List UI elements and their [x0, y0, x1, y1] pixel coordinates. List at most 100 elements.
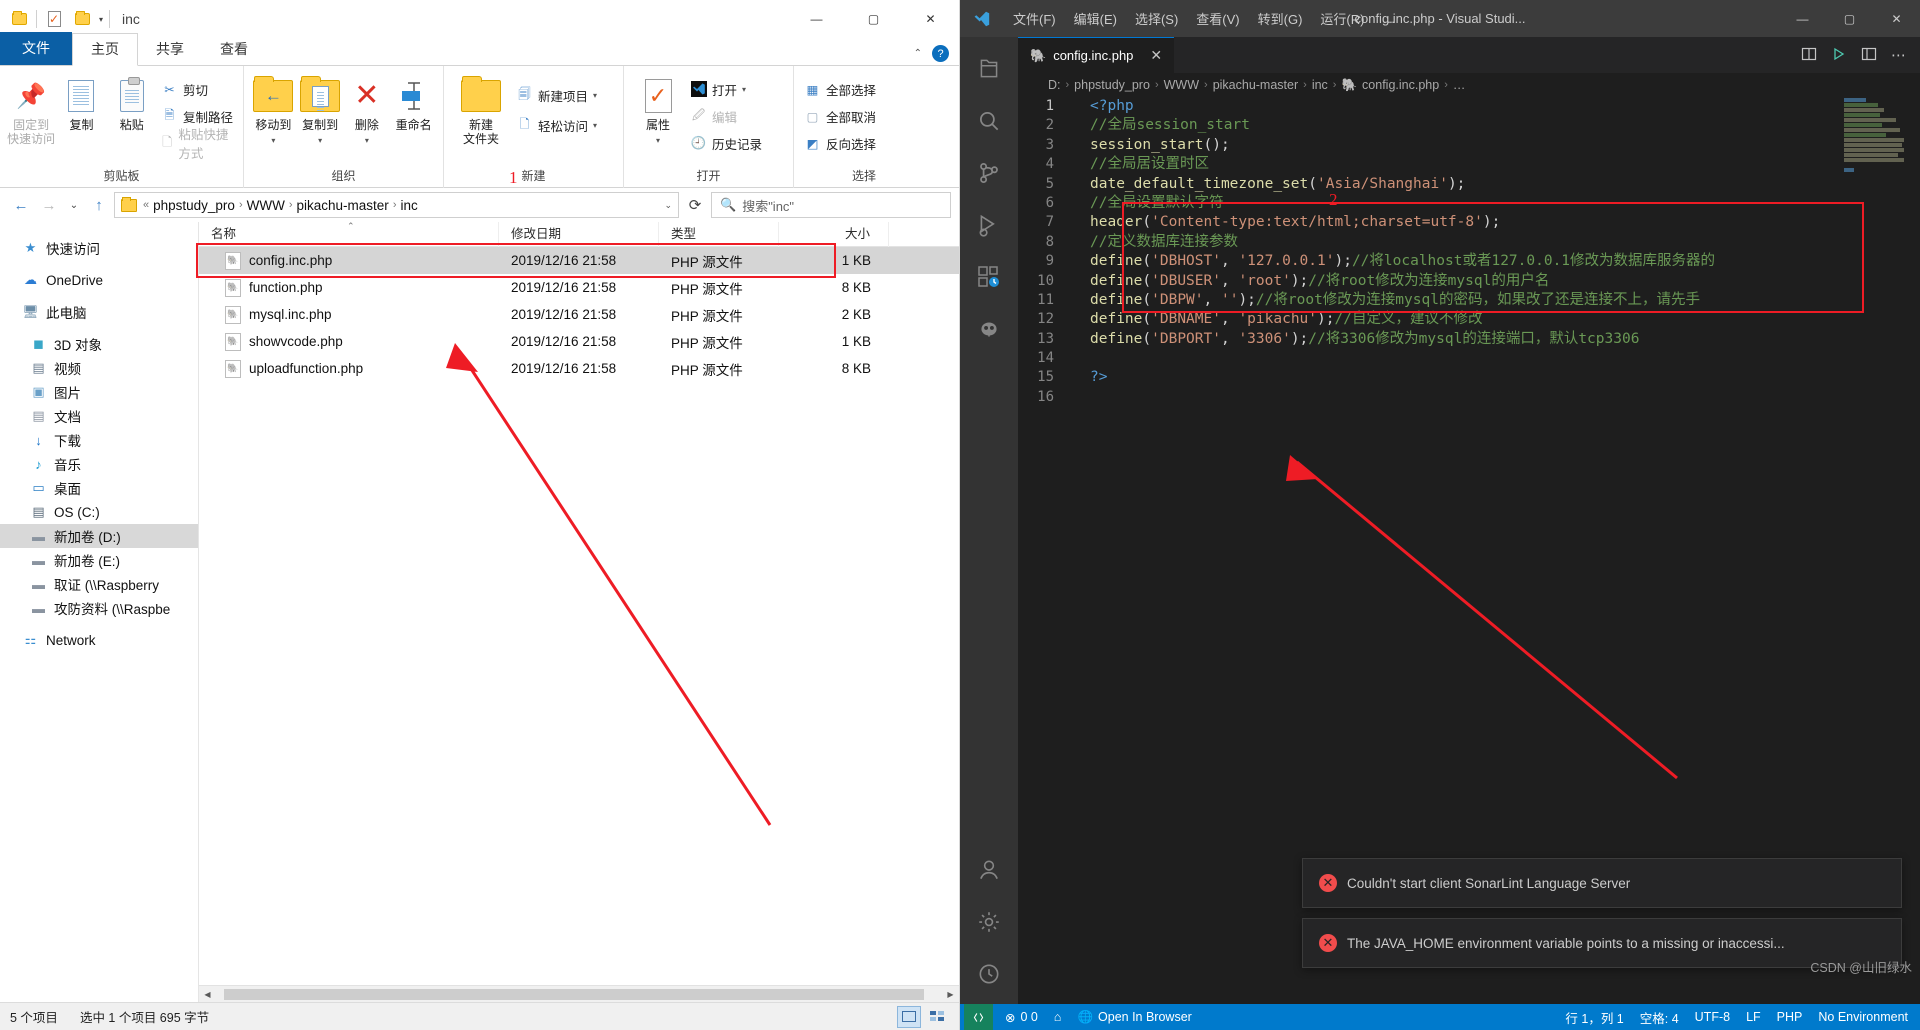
table-row[interactable]: 🐘 mysql.inc.php 2019/12/16 21:58 PHP 源文件 2 K…	[199, 301, 959, 328]
open-caret-icon[interactable]: ▾	[742, 85, 746, 94]
scroll-left-icon[interactable]: ◀	[199, 990, 216, 999]
details-view-icon[interactable]	[897, 1005, 921, 1028]
code-line-7[interactable]: 7 header('Content-type:text/html;charset=…	[1018, 213, 1920, 232]
breadcrumb-item-5[interactable]: config.inc.php	[1362, 78, 1439, 92]
column-header-size[interactable]: 大小	[779, 222, 889, 247]
new-folder-button[interactable]: 新建 文件夹	[450, 70, 512, 147]
breadcrumb-separator-2[interactable]: ›	[289, 199, 293, 211]
code-line-14[interactable]: 14	[1018, 349, 1920, 368]
notification-sonarlint[interactable]: ✕ Couldn't start client SonarLint Langua…	[1302, 858, 1902, 908]
close-button[interactable]: ✕	[1873, 0, 1920, 37]
paste-shortcut-button[interactable]: 🗋 粘贴快捷方式	[157, 128, 237, 161]
edit-button[interactable]: 🖉 编辑	[686, 105, 766, 127]
file-rows[interactable]: 🐘 config.inc.php 2019/12/16 21:58 PHP 源文件 1 …	[196, 243, 959, 985]
code-line-10[interactable]: 10 define('DBUSER', 'root');//将root修改为连接m…	[1018, 272, 1920, 291]
cursor-position[interactable]: 行 1，列 1	[1557, 1004, 1631, 1030]
explorer-icon[interactable]	[960, 43, 1018, 95]
language-mode[interactable]: PHP	[1769, 1004, 1811, 1030]
menu-item-5[interactable]: 运行(R)	[1311, 0, 1373, 37]
code-line-4[interactable]: 4 //全局居设置时区	[1018, 155, 1920, 174]
breadcrumb-item-0[interactable]: phpstudy_pro	[153, 198, 235, 213]
code-line-11[interactable]: 11 define('DBPW', '');//将root修改为连接mysql的密…	[1018, 291, 1920, 310]
breadcrumb-item-1[interactable]: phpstudy_pro	[1074, 78, 1150, 92]
tiles-view-icon[interactable]	[925, 1006, 949, 1028]
vscode-menu-bar[interactable]: 文件(F) 编辑(E) 选择(S) 查看(V) 转到(G) 运行(R)…	[1004, 0, 1404, 37]
horizontal-scrollbar[interactable]: ◀ ▶	[199, 985, 959, 1002]
breadcrumb-item-4[interactable]: inc	[1312, 78, 1328, 92]
nav-item-5[interactable]: ▣ 图片	[0, 380, 198, 404]
indentation[interactable]: 空格: 4	[1632, 1004, 1687, 1030]
tab-share[interactable]: 共享	[138, 34, 202, 65]
menu-item-6[interactable]: …	[1373, 0, 1404, 37]
close-button[interactable]: ✕	[902, 0, 959, 38]
cut-button[interactable]: ✂ 剪切	[157, 78, 237, 100]
properties-caret-icon[interactable]: ▾	[656, 136, 660, 145]
nav-item-9[interactable]: ▭ 桌面	[0, 476, 198, 500]
nav-item-6[interactable]: ▤ 文档	[0, 404, 198, 428]
copy-to-caret-icon[interactable]: ▾	[318, 136, 322, 145]
tab-home[interactable]: 主页	[72, 33, 138, 66]
move-to-caret-icon[interactable]: ▾	[271, 136, 275, 145]
copy-button[interactable]: 复制	[56, 70, 106, 133]
settings-gear-icon[interactable]	[960, 896, 1018, 948]
remote-indicator[interactable]	[964, 1004, 993, 1030]
code-line-9[interactable]: 9 define('DBHOST', '127.0.0.1');//将localh…	[1018, 252, 1920, 271]
code-line-3[interactable]: 3 session_start();	[1018, 136, 1920, 155]
menu-item-4[interactable]: 转到(G)	[1249, 0, 1312, 37]
sonarlint-icon[interactable]	[960, 303, 1018, 355]
table-row[interactable]: 🐘 config.inc.php 2019/12/16 21:58 PHP 源文件 1 …	[199, 247, 959, 274]
run-icon[interactable]	[1831, 46, 1847, 65]
properties-button[interactable]: ✓ 属性 ▾	[630, 70, 686, 145]
split-editor-icon[interactable]	[1801, 46, 1817, 65]
pin-to-quick-access-button[interactable]: 📌 固定到 快速访问	[6, 70, 56, 147]
table-row[interactable]: 🐘 function.php 2019/12/16 21:58 PHP 源文件 8 KB	[199, 274, 959, 301]
nav-item-7[interactable]: ↓ 下载	[0, 428, 198, 452]
code-line-13[interactable]: 13 define('DBPORT', '3306');//将3306修改为mys…	[1018, 330, 1920, 349]
paste-button[interactable]: 粘贴	[107, 70, 157, 133]
code-line-16[interactable]: 16	[1018, 388, 1920, 407]
breadcrumb-item-3[interactable]: inc	[400, 198, 417, 213]
code-line-6[interactable]: 6 //全局设置默认字符	[1018, 194, 1920, 213]
up-arrow-icon[interactable]: ↑	[86, 192, 112, 218]
new-item-button[interactable]: 🗐 新建项目 ▾	[512, 84, 601, 106]
customize-caret-icon[interactable]: ▾	[99, 15, 103, 24]
new-folder-icon[interactable]	[71, 8, 93, 30]
breadcrumb[interactable]: « phpstudy_pro › WWW › pikachu-master › …	[114, 192, 679, 218]
open-in-browser-button[interactable]: 🌐 Open In Browser	[1069, 1004, 1199, 1030]
select-all-button[interactable]: ▦ 全部选择	[800, 78, 880, 100]
back-arrow-icon[interactable]: ←	[8, 192, 34, 218]
close-icon[interactable]: ✕	[1150, 47, 1162, 64]
more-actions-icon[interactable]: ⋯	[1891, 46, 1906, 64]
breadcrumb-item-2[interactable]: WWW	[1164, 78, 1199, 92]
nav-item-1[interactable]: ☁ OneDrive	[0, 268, 198, 292]
nav-item-0[interactable]: ★ 快速访问	[0, 236, 198, 260]
nav-item-13[interactable]: ▬ 取证 (\\Raspberry	[0, 572, 198, 596]
menu-item-2[interactable]: 选择(S)	[1126, 0, 1187, 37]
table-row[interactable]: 🐘 uploadfunction.php 2019/12/16 21:58 PHP 源…	[199, 355, 959, 382]
refresh-icon[interactable]: ⟳	[681, 192, 709, 218]
menu-item-3[interactable]: 查看(V)	[1187, 0, 1248, 37]
layout-icon[interactable]	[1861, 46, 1877, 65]
select-none-button[interactable]: ▢ 全部取消	[800, 105, 880, 127]
code-line-1[interactable]: 1 <?php	[1018, 97, 1920, 116]
table-row[interactable]: 🐘 showvcode.php 2019/12/16 21:58 PHP 源文件 1 K…	[199, 328, 959, 355]
recent-locations-icon[interactable]: ⌄	[64, 192, 84, 218]
delete-caret-icon[interactable]: ▾	[365, 136, 369, 145]
timeline-icon[interactable]	[960, 948, 1018, 1000]
properties-icon[interactable]: ✓	[43, 8, 65, 30]
tab-file[interactable]: 文件	[0, 32, 72, 65]
code-line-2[interactable]: 2 //全局session_start	[1018, 116, 1920, 135]
search-icon[interactable]	[960, 95, 1018, 147]
nav-item-3[interactable]: ◼ 3D 对象	[0, 332, 198, 356]
folder-icon[interactable]	[8, 8, 30, 30]
chevron-down-icon[interactable]: ⌄	[664, 200, 672, 211]
breadcrumb-item-3[interactable]: pikachu-master	[1213, 78, 1298, 92]
easy-access-button[interactable]: 🗋 轻松访问 ▾	[512, 114, 601, 136]
tab-view[interactable]: 查看	[202, 34, 266, 65]
help-icon[interactable]: ?	[932, 45, 949, 62]
history-button[interactable]: 🕘 历史记录	[686, 132, 766, 154]
breadcrumb-item-0[interactable]: D:	[1048, 78, 1061, 92]
scrollbar-thumb[interactable]	[224, 988, 924, 1000]
move-to-button[interactable]: ← 移动到 ▾	[250, 70, 297, 145]
encoding[interactable]: UTF-8	[1687, 1004, 1738, 1030]
